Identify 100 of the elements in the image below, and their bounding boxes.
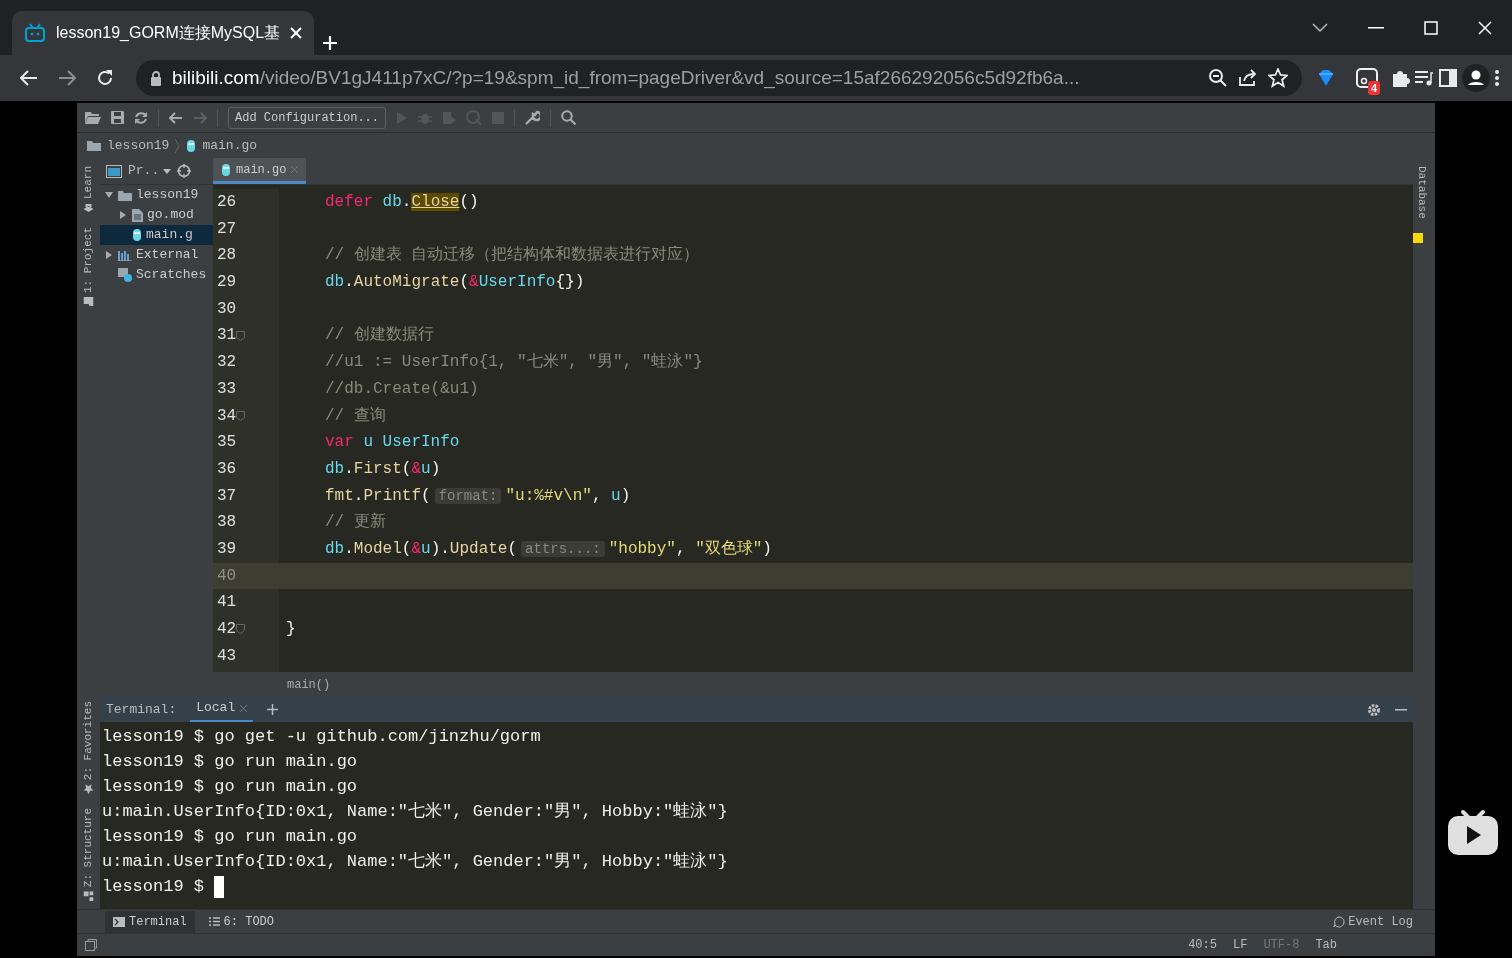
media-list-icon[interactable]: [1414, 69, 1434, 87]
more-icon[interactable]: [1494, 69, 1500, 87]
line-number: 35: [217, 432, 237, 454]
settings-icon[interactable]: [1367, 702, 1381, 717]
code-line: // 创建表 自动迁移（把结构体和数据表进行对应）: [324, 244, 701, 267]
tool-window-button[interactable]: Learn: [80, 166, 97, 213]
tree-item[interactable]: go.mod: [100, 205, 213, 225]
tree-item[interactable]: main.g: [100, 225, 213, 245]
add-configuration-button[interactable]: Add Configuration...: [228, 106, 387, 129]
line-number: 39: [217, 538, 237, 560]
terminal-line: lesson19 $ go get -u github.com/jinzhu/gorm: [102, 726, 542, 748]
arrow-right-icon: [58, 70, 76, 86]
tool-window-button[interactable]: Terminal: [105, 910, 195, 933]
terminal-line: lesson19 $ go run main.go: [102, 751, 359, 773]
zoom-out-icon[interactable]: [1208, 68, 1228, 88]
puzzle-icon[interactable]: [1390, 68, 1410, 88]
arrow-left-icon: [20, 70, 38, 86]
line-number: 42: [217, 619, 237, 640]
line-number: 26: [217, 192, 237, 213]
save-icon[interactable]: [111, 111, 124, 124]
tool-window-button[interactable]: 1: Project: [80, 227, 97, 308]
star-icon: [83, 783, 94, 794]
tool-window-button[interactable]: Z: Structure: [80, 807, 97, 901]
file-icon: [132, 208, 143, 222]
list-icon: [208, 917, 220, 926]
terminal-label: Terminal:: [106, 700, 177, 719]
code-line: fmt.Printf( format: "u:%#v\n", u): [324, 485, 632, 507]
target-icon[interactable]: [177, 164, 192, 178]
tool-window-button[interactable]: 6: TODO: [200, 910, 283, 933]
line-number: 41: [217, 592, 237, 614]
tool-window-button[interactable]: 2: Favorites: [80, 700, 97, 794]
gopher-icon: [186, 138, 197, 153]
line-number: 37: [217, 485, 237, 507]
layout-icon[interactable]: [85, 939, 97, 951]
terminal-line: u:main.UserInfo{ID:0x1, Name:"七米", Gender:"男", Hobby:"蛙泳"}: [102, 850, 729, 873]
lock-icon: [150, 70, 162, 86]
view-dropdown[interactable]: Pr..: [128, 161, 172, 181]
plus-icon[interactable]: [267, 704, 279, 715]
status-item[interactable]: 40:5: [1188, 936, 1217, 954]
line-number: 36: [217, 458, 237, 480]
status-item[interactable]: Tab: [1315, 936, 1337, 954]
star-icon[interactable]: [1268, 68, 1288, 88]
search-icon[interactable]: [561, 110, 577, 125]
caret-right-icon[interactable]: [120, 211, 126, 219]
tab-title: lesson19_GORM连接MySQL基: [56, 23, 280, 43]
terminal-line: lesson19 $ go run main.go: [102, 776, 359, 798]
minimize-icon[interactable]: [1368, 26, 1384, 29]
tree-item[interactable]: External: [100, 245, 213, 265]
share-icon[interactable]: [1238, 69, 1258, 87]
line-number: 29: [217, 272, 237, 294]
library-icon: [118, 249, 132, 261]
code-line: //db.Create(&u1): [324, 378, 480, 400]
editor-tab[interactable]: main.go: [213, 158, 307, 184]
caret-down-icon[interactable]: [105, 192, 113, 198]
warning-marker-icon: [1413, 232, 1423, 243]
terminal-prompt: lesson19 $: [102, 876, 205, 898]
chevron-right-icon: [175, 138, 181, 153]
wrench-icon[interactable]: [525, 110, 541, 125]
terminal-icon: [113, 916, 125, 927]
line-number: 32: [217, 352, 237, 374]
line-number: 34: [217, 405, 237, 427]
arrow-left-icon[interactable]: [169, 111, 183, 124]
maximize-icon[interactable]: [1424, 20, 1438, 35]
plus-icon: [322, 35, 338, 51]
gem-icon[interactable]: [1316, 68, 1336, 88]
chevron-down-icon[interactable]: [1312, 22, 1328, 33]
folder-open-icon[interactable]: [85, 111, 101, 124]
line-number: 40: [217, 565, 237, 587]
profile-icon[interactable]: [1462, 64, 1490, 92]
line-number: 28: [217, 245, 237, 267]
window-icon: [106, 164, 122, 178]
breadcrumb-item[interactable]: main(): [287, 675, 331, 694]
tool-window-button[interactable]: Database: [1413, 166, 1430, 219]
event-log-button[interactable]: Event Log: [1333, 912, 1413, 931]
code-line: //u1 := UserInfo{1, "七米", "男", "蛙泳"}: [324, 351, 704, 374]
code-line: }: [285, 619, 297, 640]
notification-badge: 4: [1367, 81, 1380, 95]
side-panel-icon[interactable]: [1438, 68, 1458, 88]
status-item[interactable]: LF: [1232, 936, 1248, 954]
sync-icon[interactable]: [134, 110, 148, 125]
caret-right-icon[interactable]: [106, 251, 112, 259]
tree-item[interactable]: lesson19: [100, 185, 213, 205]
code-line: db.First(&u): [324, 458, 442, 480]
code-line: db.Model(&u).Update( attrs...: "hobby", "双色球"): [324, 538, 773, 560]
browser-tab[interactable]: lesson19_GORM连接MySQL基: [12, 11, 314, 55]
terminal-line: lesson19 $ go run main.go: [102, 826, 359, 848]
code-line: // 查询: [324, 405, 387, 427]
line-number: 27: [217, 218, 237, 240]
line-number: 43: [217, 645, 237, 667]
breadcrumb-item[interactable]: lesson19: [107, 135, 170, 156]
tree-item[interactable]: Scratches: [100, 265, 213, 285]
breadcrumb-item[interactable]: main.go: [202, 135, 258, 156]
scratch-icon: [118, 268, 132, 282]
code-line: var u UserInfo: [324, 432, 461, 454]
code-line: // 更新: [324, 511, 387, 534]
line-number: 30: [217, 298, 237, 320]
code-line: // 创建数据行: [324, 325, 435, 347]
terminal-line: u:main.UserInfo{ID:0x1, Name:"七米", Gender:"男", Hobby:"蛙泳"}: [102, 800, 729, 823]
line-number: 31: [217, 325, 237, 347]
text-cursor: [214, 875, 225, 898]
